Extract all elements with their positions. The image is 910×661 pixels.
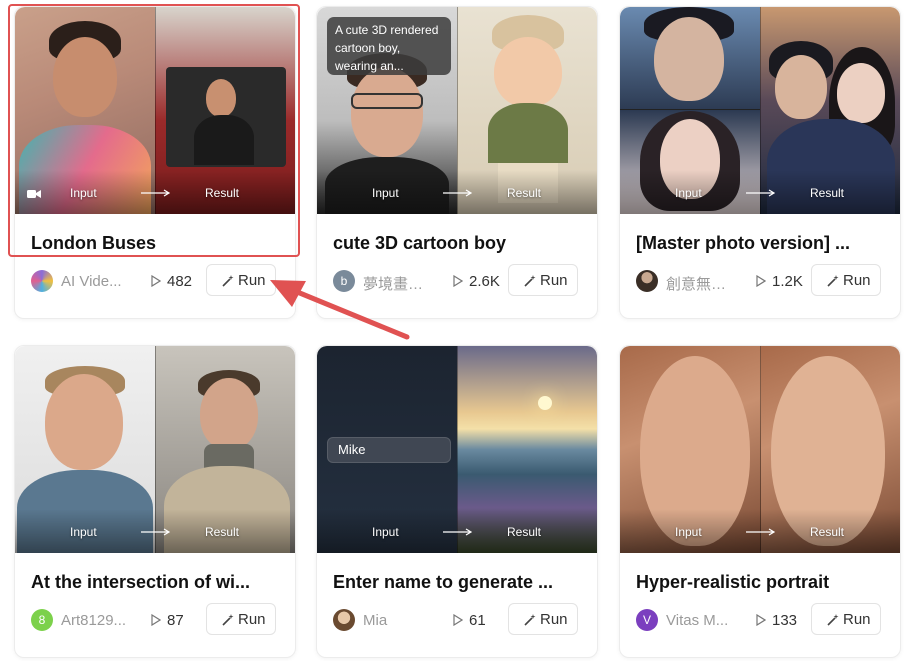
run-button[interactable]: Run	[811, 603, 881, 635]
avatar[interactable]: V	[636, 609, 658, 631]
run-button-label: Run	[540, 272, 568, 289]
card-title[interactable]: At the intersection of wi...	[31, 572, 281, 593]
result-label: Result	[810, 525, 845, 539]
avatar[interactable]	[31, 270, 53, 292]
result-label: Result	[507, 525, 542, 539]
name-input-preview: Mike	[327, 437, 451, 463]
author-name[interactable]: 創意無限...	[666, 273, 736, 294]
input-label: Input	[675, 525, 702, 539]
thumbnail[interactable]: Input Result	[620, 346, 900, 553]
card-cute-3d-cartoon-boy[interactable]: A cute 3D rendered cartoon boy, wearing …	[316, 6, 598, 319]
card-at-the-intersection[interactable]: Input Result At the intersection of wi..…	[14, 345, 296, 658]
card-title[interactable]: cute 3D cartoon boy	[333, 233, 583, 254]
play-count: 133	[772, 612, 798, 629]
annotation-arrow-icon	[270, 280, 410, 340]
input-label: Input	[70, 186, 97, 200]
avatar[interactable]: 8	[31, 609, 53, 631]
play-count-icon	[453, 614, 463, 626]
arrow-right-icon	[141, 528, 171, 536]
magic-wand-icon	[827, 614, 839, 626]
thumbnail[interactable]: A cute 3D rendered cartoon boy, wearing …	[317, 7, 597, 214]
input-label: Input	[372, 525, 399, 539]
magic-wand-icon	[524, 275, 536, 287]
result-label: Result	[205, 186, 240, 200]
video-icon	[27, 190, 41, 198]
card-enter-name-to-generate[interactable]: Mike Input Result Enter name to generate…	[316, 345, 598, 658]
card-london-buses[interactable]: Input Result London Buses AI Vide... 482…	[14, 6, 296, 319]
thumbnail[interactable]: Input Result	[620, 7, 900, 214]
input-label: Input	[70, 525, 97, 539]
avatar[interactable]	[333, 609, 355, 631]
card-title[interactable]: Enter name to generate ...	[333, 572, 583, 593]
play-count: 482	[167, 273, 193, 290]
result-label: Result	[205, 525, 240, 539]
thumbnail[interactable]: Input Result	[15, 346, 295, 553]
play-count-icon	[151, 614, 161, 626]
prompt-preview: A cute 3D rendered cartoon boy, wearing …	[327, 17, 451, 75]
arrow-right-icon	[141, 189, 171, 197]
run-button[interactable]: Run	[508, 603, 578, 635]
play-count: 61	[469, 612, 486, 629]
arrow-right-icon	[443, 189, 473, 197]
run-button-label: Run	[540, 611, 568, 628]
thumbnail[interactable]: Input Result	[15, 7, 295, 214]
play-count: 2.6K	[469, 273, 500, 290]
run-button-label: Run	[238, 611, 266, 628]
play-count-icon	[756, 614, 766, 626]
run-button-label: Run	[843, 272, 871, 289]
play-count: 1.2K	[772, 273, 803, 290]
avatar[interactable]	[636, 270, 658, 292]
run-button[interactable]: Run	[508, 264, 578, 296]
run-button-label: Run	[843, 611, 871, 628]
card-title[interactable]: Hyper-realistic portrait	[636, 572, 886, 593]
play-count-icon	[756, 275, 766, 287]
input-label: Input	[372, 186, 399, 200]
input-label: Input	[675, 186, 702, 200]
arrow-right-icon	[443, 528, 473, 536]
author-name[interactable]: Vitas M...	[666, 612, 736, 629]
run-button[interactable]: Run	[811, 264, 881, 296]
arrow-right-icon	[746, 528, 776, 536]
arrow-right-icon	[746, 189, 776, 197]
magic-wand-icon	[222, 275, 234, 287]
result-label: Result	[810, 186, 845, 200]
author-name[interactable]: AI Vide...	[61, 273, 131, 290]
card-hyper-realistic-portrait[interactable]: Input Result Hyper-realistic portrait V …	[619, 345, 901, 658]
play-count-icon	[151, 275, 161, 287]
magic-wand-icon	[524, 614, 536, 626]
run-button[interactable]: Run	[206, 603, 276, 635]
card-title[interactable]: London Buses	[31, 233, 281, 254]
card-master-photo-version[interactable]: Input Result [Master photo version] ... …	[619, 6, 901, 319]
magic-wand-icon	[827, 275, 839, 287]
author-name[interactable]: Art8129...	[61, 612, 131, 629]
result-label: Result	[507, 186, 542, 200]
magic-wand-icon	[222, 614, 234, 626]
card-title[interactable]: [Master photo version] ...	[636, 233, 886, 254]
play-count: 87	[167, 612, 184, 629]
author-name[interactable]: Mia	[363, 612, 433, 629]
thumbnail[interactable]: Mike Input Result	[317, 346, 597, 553]
play-count-icon	[453, 275, 463, 287]
